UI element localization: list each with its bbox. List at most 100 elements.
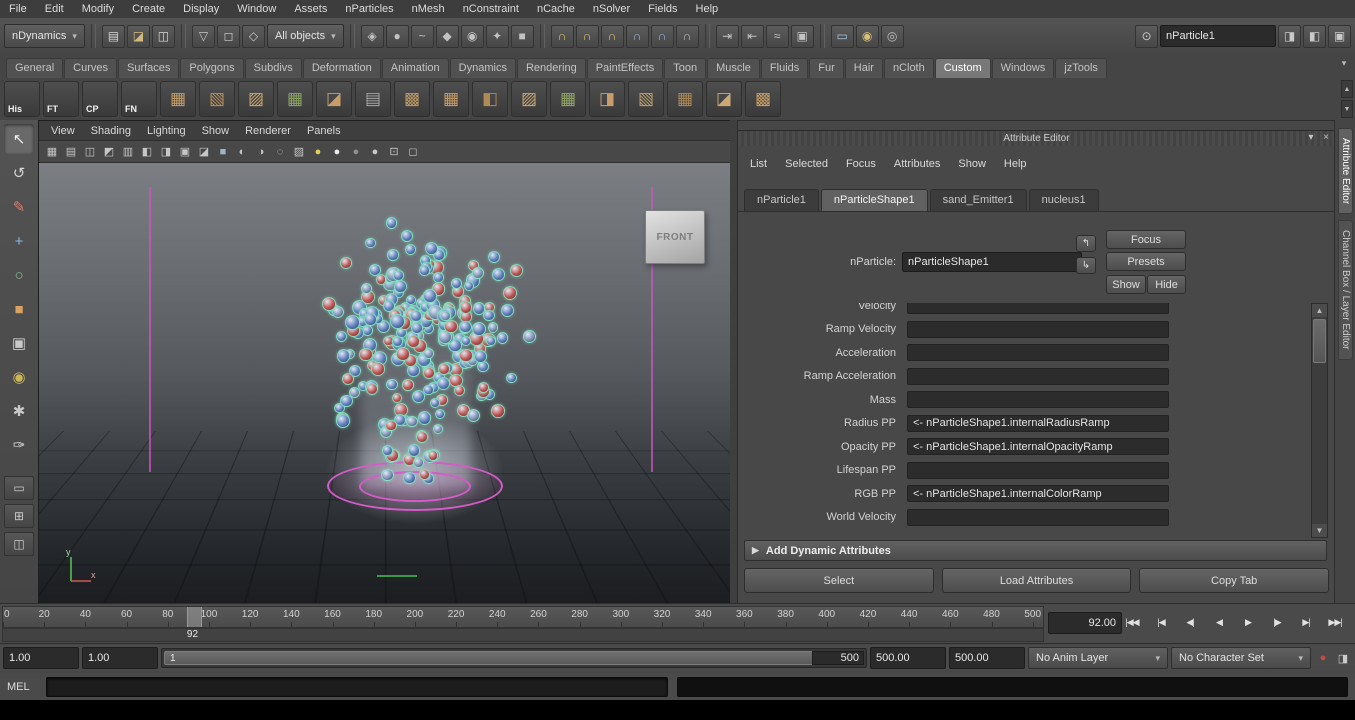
shelf-fn-button[interactable]: FN — [121, 81, 157, 117]
attribute-editor-titlebar[interactable]: Attribute Editor ▾ × — [738, 131, 1335, 146]
backface-culling-icon[interactable]: ◑ — [252, 143, 270, 160]
range-slider[interactable]: 1 500 — [161, 648, 867, 668]
snap-to-grid-icon[interactable]: ∩ — [550, 24, 574, 48]
menubar-item[interactable]: Assets — [285, 0, 336, 18]
attribute-value-field[interactable] — [907, 391, 1169, 409]
mask-points-icon[interactable]: ● — [385, 24, 409, 48]
snap-to-projected-center-icon[interactable]: ∩ — [625, 24, 649, 48]
viewport-menu-item[interactable]: Panels — [299, 125, 349, 137]
safe-action-icon[interactable]: ◧ — [138, 143, 156, 160]
attribute-editor-menu-item[interactable]: Show — [950, 153, 994, 175]
show-manipulator-tool[interactable]: ✱ — [4, 396, 34, 426]
attribute-value-field[interactable] — [907, 367, 1169, 385]
shelf-tab[interactable]: Polygons — [180, 58, 244, 78]
attribute-editor-menu-item[interactable]: Attributes — [886, 153, 948, 175]
output-connections-icon[interactable]: ⇤ — [740, 24, 764, 48]
attribute-value-field[interactable] — [907, 344, 1169, 362]
menubar-item[interactable]: nConstraint — [454, 0, 528, 18]
shelf-tab[interactable]: Surfaces — [117, 58, 180, 78]
open-scene-icon[interactable]: ◪ — [126, 24, 150, 48]
focus-button[interactable]: Focus — [1106, 230, 1186, 249]
attribute-editor-menu-item[interactable]: List — [742, 153, 775, 175]
shelf-item-11[interactable]: ▦ — [550, 81, 586, 117]
step-forward-key-button[interactable]: |▶ — [1263, 610, 1291, 634]
shelf-ft-button[interactable]: FT — [43, 81, 79, 117]
paint-select-tool[interactable]: ✎ — [4, 192, 34, 222]
select-button[interactable]: Select — [744, 568, 934, 593]
resolution-gate-icon[interactable]: ◫ — [81, 143, 99, 160]
viewport-canvas[interactable]: FRONT y x — [39, 163, 731, 604]
load-attributes-button[interactable]: Load Attributes — [941, 568, 1132, 593]
menubar-item[interactable]: Fields — [639, 0, 686, 18]
default-light-icon[interactable]: ● — [309, 143, 327, 160]
sidebar-channel-box-toggle-icon[interactable]: ▣ — [1328, 24, 1351, 48]
time-ruler[interactable]: 0 20 40 60 80 100 120 140 160 180 200 220 240 260 280 3… — [2, 606, 1044, 628]
shelf-tab[interactable]: Rendering — [516, 58, 586, 78]
step-back-frame-button[interactable]: |◀ — [1147, 610, 1175, 634]
shelf-item-2[interactable]: ▧ — [199, 81, 235, 117]
select-by-component-icon[interactable]: ◇ — [241, 24, 265, 48]
shelf-item-7[interactable]: ▩ — [394, 81, 430, 117]
step-back-key-button[interactable]: ◀| — [1176, 610, 1204, 634]
smooth-wireframe-icon[interactable]: ◌ — [271, 143, 289, 160]
go-to-end-button[interactable]: ▶▶| — [1321, 610, 1349, 634]
character-set-dropdown[interactable]: No Character Set ▾ — [1171, 647, 1311, 669]
sidebar-tool-settings-toggle-icon[interactable]: ◧ — [1303, 24, 1326, 48]
panel-menu-icon[interactable]: ▾ — [1305, 132, 1317, 143]
shelf-scrollbar[interactable]: ▲ ▼ — [1341, 80, 1353, 118]
selection-mode-dropdown[interactable]: All objects ▾ — [266, 24, 344, 48]
shelf-tab[interactable]: Deformation — [302, 58, 381, 78]
shelf-tab[interactable]: Fluids — [760, 58, 809, 78]
shelf-scroll-down-icon[interactable]: ▼ — [1341, 100, 1353, 118]
render-current-frame-icon[interactable]: ◉ — [855, 24, 879, 48]
snap-to-point-icon[interactable]: ∩ — [600, 24, 624, 48]
shelf-scroll-up-icon[interactable]: ▲ — [1341, 80, 1353, 98]
play-forwards-button[interactable]: ▶ — [1234, 610, 1262, 634]
view-cube[interactable]: FRONT — [645, 210, 705, 264]
menubar-item[interactable]: Help — [687, 0, 728, 18]
viewport-menu-item[interactable]: Shading — [83, 125, 139, 137]
hide-button[interactable]: Hide — [1147, 275, 1186, 294]
scroll-down-icon[interactable]: ▼ — [1312, 524, 1327, 537]
persp-outliner-layout-button[interactable]: ◫ — [4, 532, 34, 556]
no-lights-icon[interactable]: ● — [347, 143, 365, 160]
snap-to-curve-icon[interactable]: ∩ — [575, 24, 599, 48]
shelf-tab[interactable]: Dynamics — [449, 58, 516, 78]
mask-curves-icon[interactable]: ~ — [410, 24, 434, 48]
side-tab-attribute-editor[interactable]: Attribute Editor — [1338, 128, 1353, 215]
last-tool[interactable]: ✑ — [4, 430, 34, 460]
shelf-item-4[interactable]: ▦ — [277, 81, 313, 117]
menubar-item[interactable]: Edit — [36, 0, 73, 18]
menubar-item[interactable]: nSolver — [584, 0, 639, 18]
attribute-scrollbar[interactable]: ▲ ▼ — [1311, 303, 1328, 538]
attribute-editor-tab[interactable]: nucleus1 — [1028, 189, 1099, 211]
input-connections-icon[interactable]: ⇥ — [715, 24, 739, 48]
attribute-value-field[interactable]: <- nParticleShape1.internalOpacityRamp — [907, 438, 1169, 456]
scrollbar-thumb[interactable] — [1313, 319, 1326, 363]
open-render-view-icon[interactable]: ▭ — [830, 24, 854, 48]
mask-dynamics-icon[interactable]: ✦ — [485, 24, 509, 48]
shelf-tab[interactable]: Subdivs — [244, 58, 302, 78]
command-line-input[interactable] — [46, 676, 668, 697]
attribute-scroll-area[interactable]: Velocity Ramp Velocity Acceleration Ramp… — [738, 303, 1308, 536]
select-tool[interactable]: ↖ — [4, 124, 34, 154]
shelf-cp-button[interactable]: CP — [82, 81, 118, 117]
shelf-item-14[interactable]: ▦ — [667, 81, 703, 117]
move-tool[interactable]: + — [4, 226, 34, 256]
swap-input-icon[interactable]: ↰ — [1076, 235, 1096, 252]
attribute-value-field[interactable] — [907, 320, 1169, 338]
playback-end-field[interactable]: 500.00 — [870, 647, 946, 669]
close-panel-icon[interactable]: × — [1320, 132, 1332, 143]
shelf-tab[interactable]: Animation — [381, 58, 449, 78]
viewport-menu-item[interactable]: Lighting — [139, 125, 194, 137]
add-dynamic-attributes-section[interactable]: ▶ Add Dynamic Attributes — [744, 540, 1327, 561]
attribute-editor-menu-item[interactable]: Focus — [838, 153, 884, 175]
construction-history-icon[interactable]: ≈ — [765, 24, 789, 48]
side-tab-channel-box[interactable]: Channel Box / Layer Editor — [1338, 220, 1353, 360]
two-sided-lighting-icon[interactable]: ◐ — [233, 143, 251, 160]
attribute-editor-menu-item[interactable]: Selected — [777, 153, 836, 175]
range-slider-handle[interactable]: 1 — [164, 651, 818, 665]
xray-icon[interactable]: ⊡ — [385, 143, 403, 160]
shelf-tab[interactable]: Fur — [809, 58, 844, 78]
menubar-item[interactable]: Modify — [73, 0, 123, 18]
